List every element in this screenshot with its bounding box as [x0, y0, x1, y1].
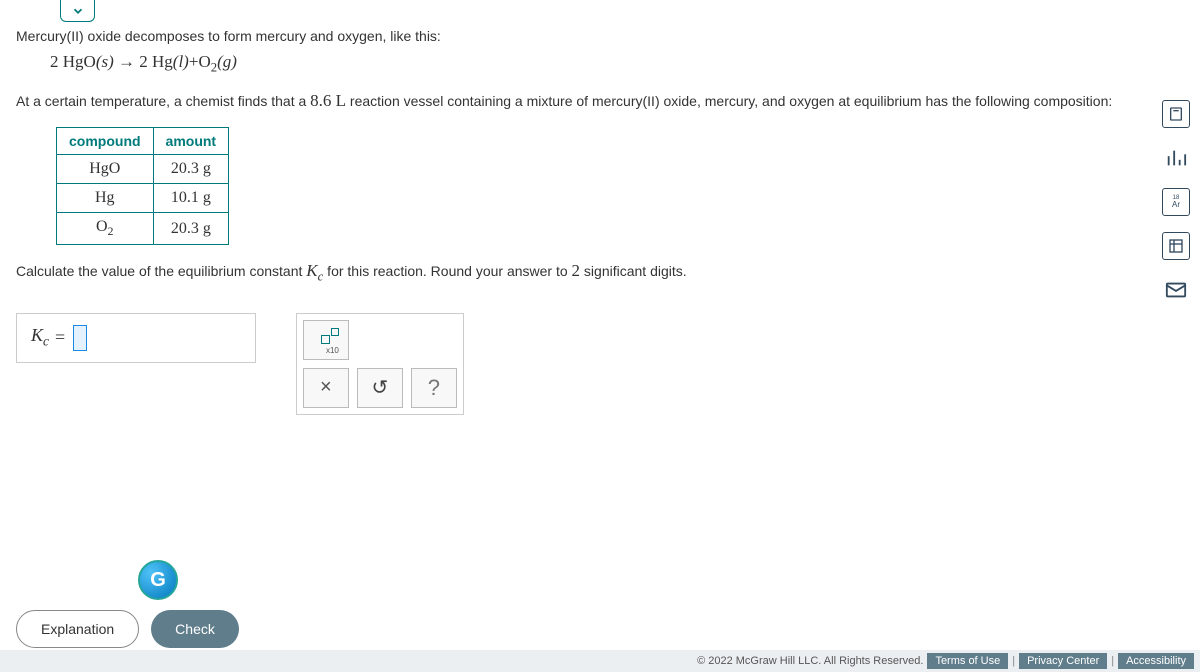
th-amount: amount — [153, 128, 229, 155]
kc-inline: Kc — [306, 261, 323, 280]
calculator-tool[interactable] — [1162, 100, 1190, 128]
vessel-size: 8.6 L — [310, 91, 346, 110]
eq-rhs-1: 2 Hg — [139, 52, 173, 71]
explanation-button[interactable]: Explanation — [16, 610, 139, 648]
chemical-equation: 2 HgO(s) → 2 Hg(l)+O2(g) — [50, 52, 1160, 75]
accessibility-link[interactable]: Accessibility — [1118, 653, 1194, 669]
periodic-table-tool[interactable]: 18 Ar — [1162, 188, 1190, 216]
eq-lhs-state: (s) — [96, 52, 114, 71]
tool-panel: x10 × ↺ ? — [296, 313, 464, 415]
th-compound: compound — [57, 128, 154, 155]
problem-statement-1: Mercury(II) oxide decomposes to form mer… — [16, 28, 1160, 44]
undo-icon: ↺ — [372, 375, 389, 400]
calculator-icon — [1168, 106, 1184, 122]
clear-button[interactable]: × — [303, 368, 349, 408]
eq-rhs-2: O — [198, 52, 210, 71]
graph-tool[interactable] — [1162, 144, 1190, 172]
answer-row: Kc = x10 × ↺ ? — [16, 313, 1160, 415]
sci-box-icon — [321, 335, 330, 344]
answer-input[interactable] — [73, 325, 87, 351]
chevron-down-icon — [71, 4, 85, 18]
table-icon — [1168, 238, 1184, 254]
bottom-actions: Explanation Check — [16, 610, 239, 648]
answer-box[interactable]: Kc = — [16, 313, 256, 363]
x-icon: × — [320, 376, 332, 399]
undo-button[interactable]: ↺ — [357, 368, 403, 408]
eq-lhs: 2 HgO — [50, 52, 96, 71]
copyright-text: © 2022 McGraw Hill LLC. All Rights Reser… — [697, 655, 923, 667]
badge-letter: G — [150, 569, 166, 592]
eq-plus: + — [189, 52, 199, 71]
scientific-notation-button[interactable]: x10 — [303, 320, 349, 360]
equals-sign: = — [55, 327, 65, 348]
data-tool[interactable] — [1162, 232, 1190, 260]
check-button[interactable]: Check — [151, 610, 239, 648]
message-tool[interactable] — [1162, 276, 1190, 304]
table-row: Hg 10.1 g — [57, 184, 229, 213]
mail-icon — [1165, 279, 1187, 301]
terms-link[interactable]: Terms of Use — [927, 653, 1008, 669]
table-row: HgO 20.3 g — [57, 155, 229, 184]
eq-arrow: → — [118, 52, 135, 71]
eq-rhs-state1: (l) — [173, 52, 189, 71]
composition-table: compound amount HgO 20.3 g Hg 10.1 g O2 … — [56, 127, 229, 245]
footer-bar: © 2022 McGraw Hill LLC. All Rights Reser… — [0, 650, 1200, 672]
dropdown-toggle[interactable] — [60, 0, 95, 22]
problem-statement-3: Calculate the value of the equilibrium c… — [16, 261, 1160, 284]
problem-statement-2: At a certain temperature, a chemist find… — [16, 89, 1160, 113]
help-button[interactable]: ? — [411, 368, 457, 408]
problem-content: Mercury(II) oxide decomposes to form mer… — [16, 28, 1160, 415]
privacy-link[interactable]: Privacy Center — [1019, 653, 1107, 669]
eq-rhs-state2: (g) — [217, 52, 237, 71]
bar-chart-icon — [1165, 147, 1187, 169]
help-icon: ? — [428, 375, 440, 401]
kc-label: Kc — [31, 325, 49, 350]
grammarly-badge[interactable]: G — [138, 560, 178, 600]
table-row: O2 20.3 g — [57, 213, 229, 245]
side-toolbar: 18 Ar — [1162, 100, 1190, 304]
